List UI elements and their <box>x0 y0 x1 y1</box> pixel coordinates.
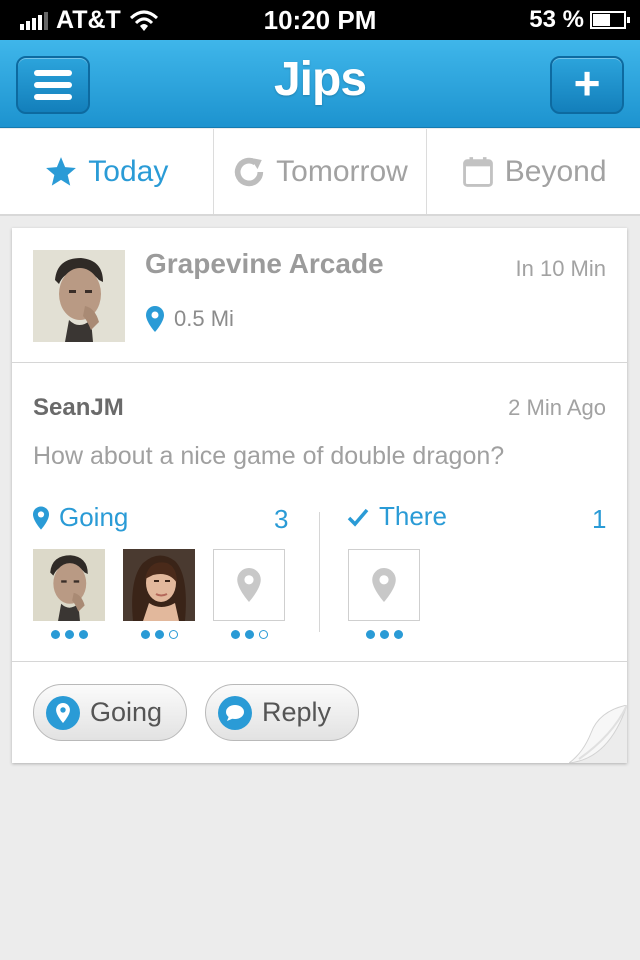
battery: 53 % <box>529 6 630 34</box>
event-header[interactable]: Grapevine Arcade In 10 Min 0.5 Mi <box>12 228 627 363</box>
venue-name: Grapevine Arcade <box>145 248 384 279</box>
star-icon <box>46 156 77 186</box>
event-eta: In 10 Min <box>515 256 607 281</box>
event-card: Grapevine Arcade In 10 Min 0.5 Mi SeanJM… <box>12 228 627 763</box>
event-distance: 0.5 Mi <box>146 306 234 332</box>
location-pin-icon <box>33 505 49 530</box>
calendar-icon <box>462 156 493 187</box>
going-avatar-2[interactable] <box>123 549 195 621</box>
there-empty-slot[interactable] <box>348 549 420 621</box>
tab-beyond[interactable]: Beyond <box>427 129 640 214</box>
status-bar: AT&T 10:20 PM 53 % <box>0 0 640 40</box>
event-avatar <box>33 250 125 342</box>
page-curl-icon <box>569 705 627 763</box>
add-button[interactable]: + <box>550 56 624 114</box>
going-empty-slot-dots <box>213 630 285 639</box>
location-pin-icon <box>46 695 80 730</box>
going-avatar-1[interactable] <box>33 549 105 621</box>
plus-icon: + <box>573 57 601 109</box>
post: SeanJM 2 Min Ago How about a nice game o… <box>12 364 627 662</box>
card-actions: Going Reply <box>12 663 627 763</box>
post-time: 2 Min Ago <box>508 395 606 420</box>
tab-today[interactable]: Today <box>0 129 214 214</box>
reply-button[interactable]: Reply <box>205 684 359 741</box>
going-button[interactable]: Going <box>33 684 187 741</box>
app-logo: Jips <box>273 53 367 106</box>
tab-tomorrow-label: Tomorrow <box>276 154 408 188</box>
post-message: How about a nice game of double dragon? <box>33 442 505 470</box>
day-tabs: Today Tomorrow Beyond <box>0 129 640 216</box>
there-label-text: There <box>379 501 447 531</box>
location-pin-icon <box>237 568 261 602</box>
tab-beyond-label: Beyond <box>504 154 607 188</box>
post-author[interactable]: SeanJM <box>33 394 124 422</box>
going-label-text: Going <box>59 502 129 532</box>
there-label: There <box>347 501 447 532</box>
tab-today-label: Today <box>88 154 169 188</box>
going-avatar-1-dots <box>33 630 105 639</box>
battery-icon <box>590 11 630 29</box>
checkmark-icon <box>347 508 369 527</box>
column-divider <box>319 512 320 632</box>
going-avatar-2-dots <box>123 630 195 639</box>
nav-bar: Jips + <box>0 40 640 128</box>
location-pin-icon <box>146 306 164 332</box>
tab-tomorrow[interactable]: Tomorrow <box>214 129 428 214</box>
going-empty-slot[interactable] <box>213 549 285 621</box>
distance-value: 0.5 Mi <box>174 306 234 331</box>
there-empty-slot-dots <box>348 630 420 639</box>
speech-bubble-icon <box>218 695 252 730</box>
refresh-icon <box>235 157 264 186</box>
going-count: 3 <box>274 504 289 534</box>
battery-percent: 53 % <box>529 6 584 33</box>
going-button-label: Going <box>90 697 163 727</box>
going-label: Going <box>33 502 128 533</box>
reply-button-label: Reply <box>262 697 332 727</box>
there-count: 1 <box>592 504 607 534</box>
location-pin-icon <box>372 568 396 602</box>
